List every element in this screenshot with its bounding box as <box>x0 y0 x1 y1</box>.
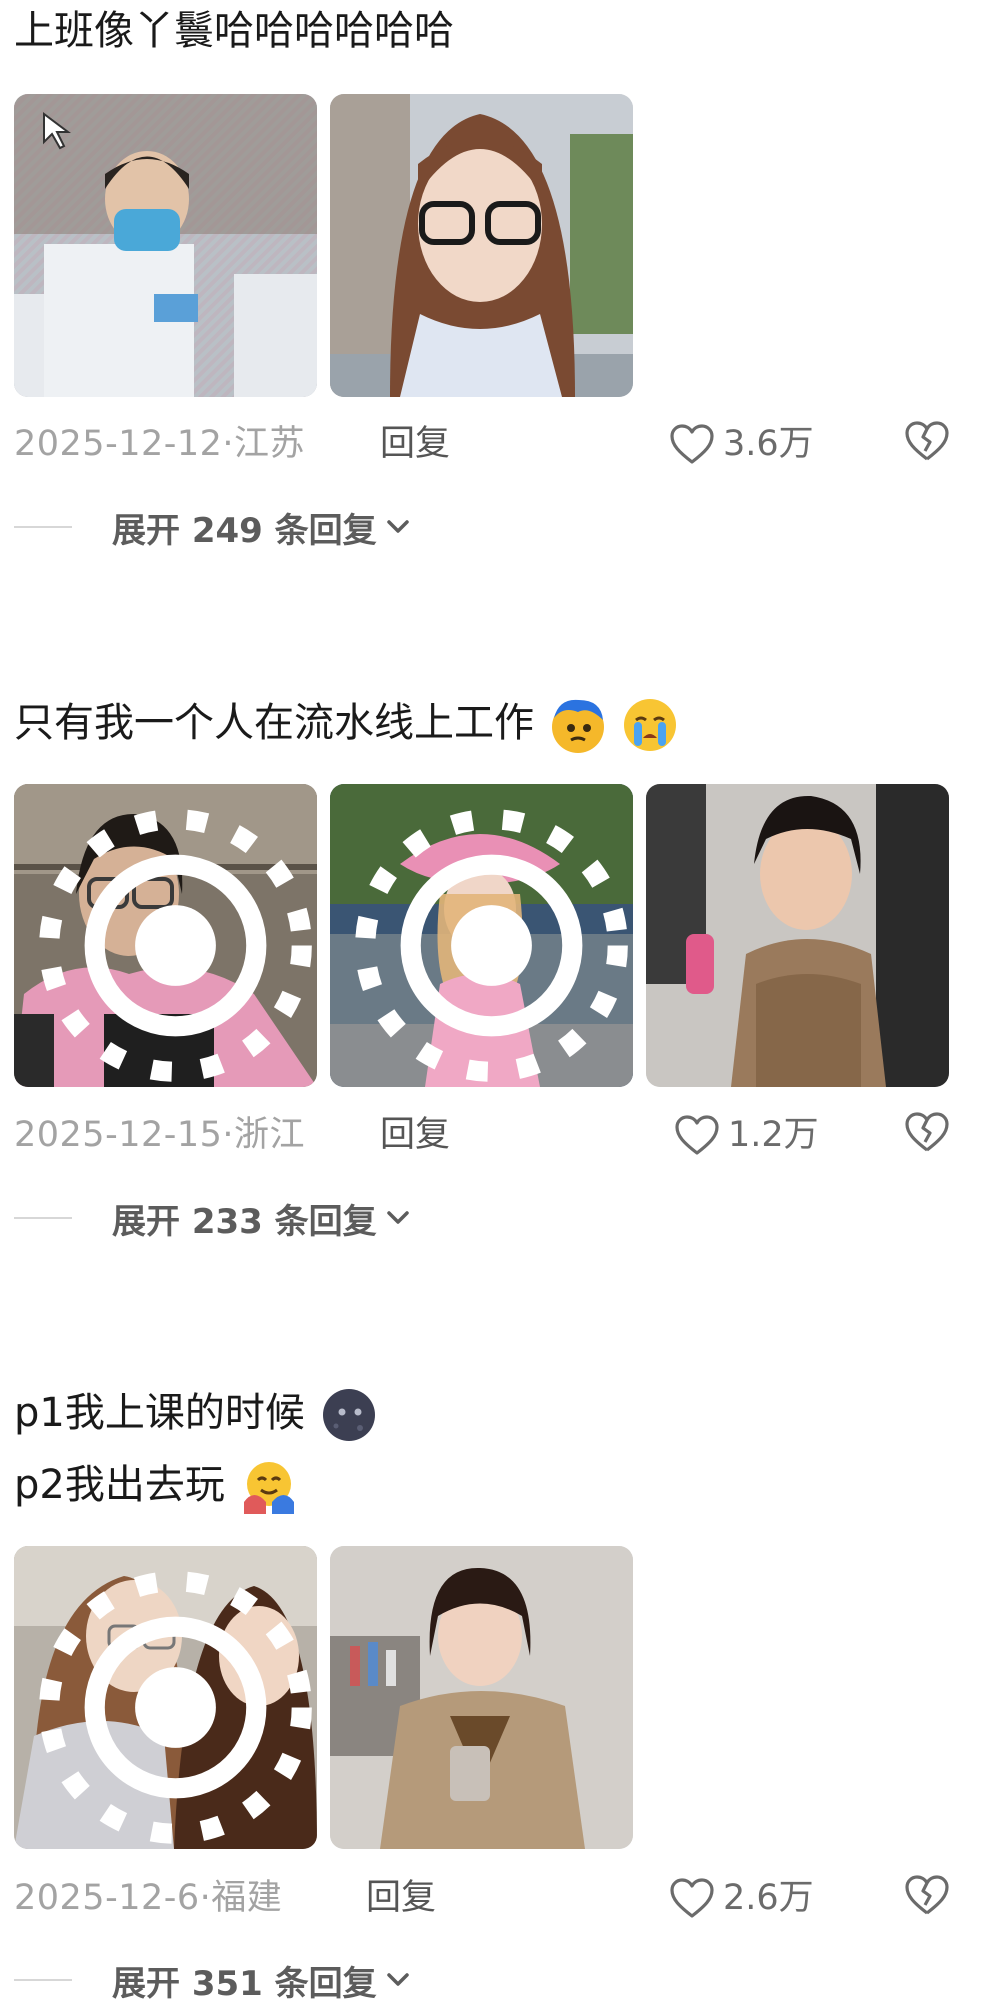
dizzy-face-emoji <box>551 699 604 753</box>
comment-location: 浙江 <box>234 1115 306 1155</box>
comment-meta: 2025-12-12·江苏 回复 3.6万 <box>14 414 974 474</box>
live-photo-icon <box>355 809 628 1082</box>
divider-line <box>14 526 72 528</box>
photo-image <box>330 94 633 397</box>
like-button[interactable]: 1.2万 <box>674 1105 819 1165</box>
dislike-button[interactable] <box>904 1874 950 1935</box>
like-count: 1.2万 <box>728 1115 819 1155</box>
expand-replies[interactable]: 展开 233 条回复 <box>14 1188 411 1248</box>
broken-heart-icon <box>905 1112 949 1152</box>
crying-face-emoji <box>624 699 677 751</box>
comment-date-location: 2025-12-12·江苏 <box>14 414 305 474</box>
like-count: 3.6万 <box>723 424 814 464</box>
comment-location: 福建 <box>211 1878 283 1918</box>
expand-replies-label: 展开 249 条回复 <box>112 510 377 551</box>
live-photo-icon <box>39 809 312 1082</box>
comment-image-1[interactable] <box>14 784 317 1087</box>
like-count: 2.6万 <box>723 1878 814 1918</box>
comment-text: p1我上课的时候 <box>14 1378 378 1448</box>
heart-icon <box>675 1115 719 1155</box>
chevron-down-icon <box>386 520 409 533</box>
expand-replies-label: 展开 351 条回复 <box>112 1963 377 2004</box>
heart-icon <box>670 424 714 464</box>
separator: · <box>222 1115 235 1155</box>
reply-button[interactable]: 回复 <box>380 1105 450 1165</box>
comment-location: 江苏 <box>234 424 306 464</box>
comment-body-line1: p1我上课的时候 <box>14 1390 305 1436</box>
comment-date-location: 2025-12-6·福建 <box>14 1868 282 1928</box>
comment-meta: 2025-12-15·浙江 回复 1.2万 <box>14 1105 974 1165</box>
comment-body: 上班像丫鬟哈哈哈哈哈哈 <box>14 8 454 54</box>
photo-image <box>330 1546 633 1849</box>
like-button[interactable]: 3.6万 <box>669 414 814 474</box>
expand-replies[interactable]: 展开 351 条回复 <box>14 1950 411 2010</box>
comment-text: 只有我一个人在流水线上工作 <box>14 688 679 758</box>
comment-image-1[interactable] <box>14 94 317 397</box>
dislike-button[interactable] <box>904 1111 950 1172</box>
separator: · <box>199 1878 212 1918</box>
divider-line <box>14 1979 72 1981</box>
comment-image-3[interactable] <box>646 784 949 1087</box>
photo-image <box>14 94 317 397</box>
reply-button[interactable]: 回复 <box>366 1868 436 1928</box>
comment-image-2[interactable] <box>330 94 633 397</box>
like-button[interactable]: 2.6万 <box>669 1868 814 1928</box>
chevron-down-icon <box>386 1211 409 1224</box>
broken-heart-icon <box>905 1875 949 1915</box>
comment-date: 2025-12-6 <box>14 1878 200 1918</box>
live-photo-icon <box>39 1571 312 1844</box>
comment-date: 2025-12-15 <box>14 1115 223 1155</box>
dislike-button[interactable] <box>904 420 950 481</box>
comment-meta: 2025-12-6·福建 回复 2.6万 <box>14 1868 974 1928</box>
separator: · <box>222 424 235 464</box>
comment-body-line2: p2我出去玩 <box>14 1462 225 1508</box>
reply-button[interactable]: 回复 <box>380 414 450 474</box>
comment-image-2[interactable] <box>330 1546 633 1849</box>
new-moon-face-emoji <box>322 1389 375 1441</box>
comment-image-2[interactable] <box>330 784 633 1087</box>
heart-icon <box>670 1878 714 1918</box>
chevron-down-icon <box>386 1973 409 1986</box>
comment-text-line2: p2我出去玩 <box>14 1450 298 1520</box>
comment-date-location: 2025-12-15·浙江 <box>14 1105 305 1165</box>
expand-replies-label: 展开 233 条回复 <box>112 1201 377 1242</box>
comment-body: 只有我一个人在流水线上工作 <box>14 700 534 746</box>
comment-image-1[interactable] <box>14 1546 317 1849</box>
photo-image <box>646 784 949 1087</box>
comment-date: 2025-12-12 <box>14 424 223 464</box>
expand-replies[interactable]: 展开 249 条回复 <box>14 497 411 557</box>
hugging-face-emoji <box>243 1462 294 1514</box>
comment-text: 上班像丫鬟哈哈哈哈哈哈 <box>14 0 454 66</box>
divider-line <box>14 1217 72 1219</box>
broken-heart-icon <box>905 421 949 461</box>
